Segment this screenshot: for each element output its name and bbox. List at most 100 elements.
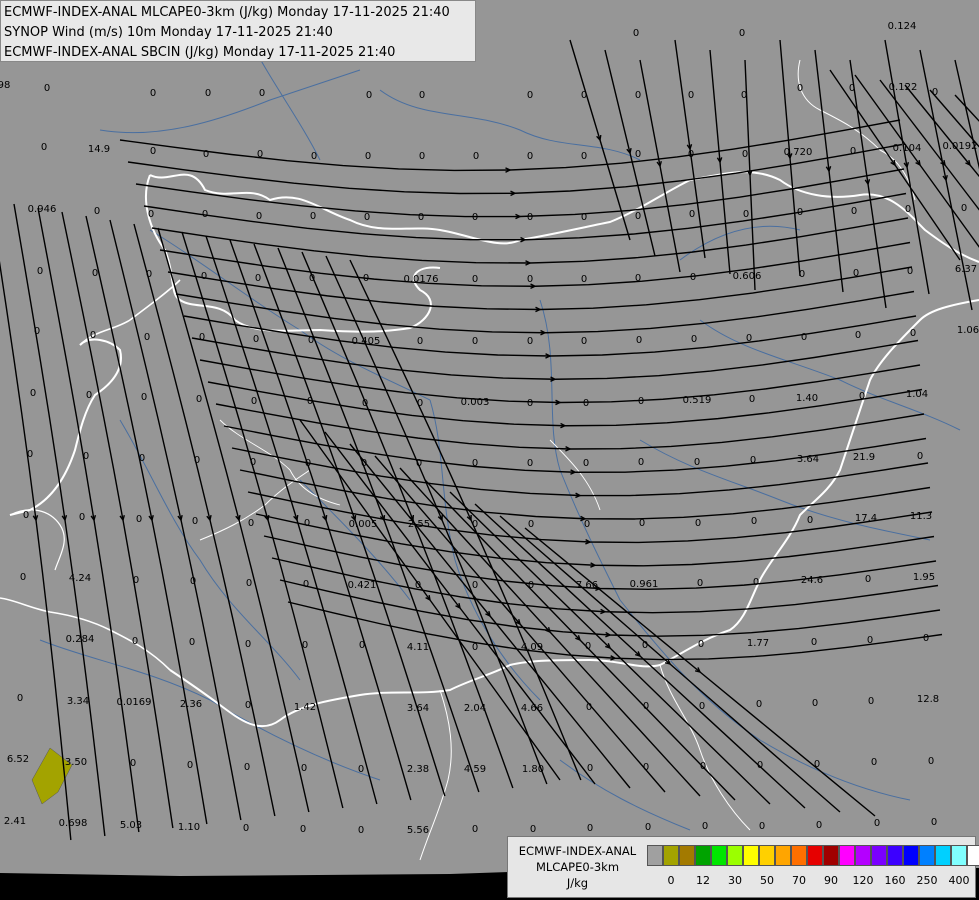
cin-value-label: 1.95 [913, 572, 935, 583]
cin-value-label: 4.24 [69, 573, 91, 584]
cin-value-label: 0 [251, 396, 257, 407]
cin-value-label: 0 [148, 209, 154, 220]
cin-value-label: 0 [807, 515, 813, 526]
cin-value-label: 0 [205, 88, 211, 99]
legend-tick-label: 90 [824, 874, 838, 887]
cin-value-label: 0 [527, 90, 533, 101]
cin-value-label: 0.405 [352, 336, 381, 347]
cin-value-label: 0 [301, 763, 307, 774]
cin-value-label: 0 [689, 209, 695, 220]
legend-swatch [663, 845, 679, 866]
cin-value-label: 1.10 [178, 822, 200, 833]
cin-value-label: 0 [746, 333, 752, 344]
cin-value-label: 0 [361, 458, 367, 469]
legend-swatches [647, 845, 979, 866]
cin-value-label: 0 [688, 90, 694, 101]
legend-source: ECMWF-INDEX-ANAL [518, 844, 637, 858]
cin-value-label: 17.4 [855, 513, 877, 524]
legend-swatch [743, 845, 759, 866]
cin-value-label: 0 [811, 637, 817, 648]
legend-tick-label: 160 [884, 874, 906, 887]
cin-value-label: 24.6 [801, 575, 823, 586]
cin-value-label: 3.34 [67, 696, 89, 707]
legend-title: ECMWF-INDEX-ANAL MLCAPE0-3km J/kg [510, 843, 645, 891]
cin-value-label: 0 [17, 693, 23, 704]
cin-value-label: 0 [190, 576, 196, 587]
cin-value-label: 0 [750, 455, 756, 466]
legend-swatch [647, 845, 663, 866]
cin-value-label: 0 [816, 820, 822, 831]
cin-value-label: 3.64 [407, 703, 429, 714]
cin-value-label: 0 [698, 639, 704, 650]
cin-value-label: 0 [199, 332, 205, 343]
cin-value-label: 0 [633, 28, 639, 39]
cin-value-label: 0 [37, 266, 43, 277]
cin-value-label: 0 [192, 516, 198, 527]
cin-value-label: 0 [308, 335, 314, 346]
cin-value-label: 0 [358, 764, 364, 775]
cin-value-label: 0 [586, 702, 592, 713]
cin-value-label: 0 [86, 390, 92, 401]
cin-value-label: 2.04 [464, 703, 486, 714]
cin-value-label: 0.003 [461, 397, 490, 408]
cin-value-label: 2.36 [180, 699, 202, 710]
legend-swatch [903, 845, 919, 866]
cin-value-label: 0 [635, 149, 641, 160]
cin-value-label: 0 [530, 824, 536, 835]
legend-swatch [695, 845, 711, 866]
cin-value-label: 0 [527, 336, 533, 347]
cin-value-label: 0 [253, 334, 259, 345]
cin-value-label: 0 [92, 268, 98, 279]
cin-value-label: 0 [635, 273, 641, 284]
cin-value-label: 0 [250, 457, 256, 468]
cin-value-label: 0 [907, 266, 913, 277]
cin-value-label: 0 [365, 151, 371, 162]
cin-value-label: 0 [874, 818, 880, 829]
cin-value-label: 0 [79, 512, 85, 523]
cin-value-label: 0 [150, 146, 156, 157]
cin-value-label: 0 [702, 821, 708, 832]
cin-value-label: 0 [362, 398, 368, 409]
cin-value-label: 0 [419, 151, 425, 162]
cin-value-label: 0 [871, 757, 877, 768]
cin-value-label: 0.519 [683, 395, 712, 406]
cin-value-label: 0 [697, 578, 703, 589]
cin-value-label: 0.005 [349, 519, 378, 530]
legend-swatch [887, 845, 903, 866]
legend-parameter: MLCAPE0-3km [535, 860, 620, 874]
cin-value-label: 0 [759, 821, 765, 832]
map-header: ECMWF-INDEX-ANAL MLCAPE0-3km (J/kg) Mond… [0, 0, 476, 62]
cin-value-label: 0 [416, 458, 422, 469]
cin-value-label: 5.03 [120, 820, 142, 831]
legend-swatch [855, 845, 871, 866]
cin-value-label: 0 [41, 142, 47, 153]
cin-value-label: 0 [931, 817, 937, 828]
cin-value-label: 0 [699, 701, 705, 712]
cin-value-label: 2.55 [408, 519, 430, 530]
cin-value-label: 0 [473, 151, 479, 162]
cin-value-label: 0 [132, 636, 138, 647]
cin-value-label: 0 [244, 762, 250, 773]
cin-value-label: 2.38 [407, 764, 429, 775]
cin-value-label: 0 [741, 90, 747, 101]
cin-value-label: 0 [366, 90, 372, 101]
cin-value-label: 0 [743, 209, 749, 220]
cin-value-label: 0 [642, 640, 648, 651]
cin-value-label: 0 [196, 394, 202, 405]
cin-value-label: 0 [310, 211, 316, 222]
legend-swatch [807, 845, 823, 866]
cin-value-label: 0 [757, 760, 763, 771]
cin-value-label: 0 [203, 149, 209, 160]
cin-value-label: 0 [94, 206, 100, 217]
cin-value-label: 0 [472, 212, 478, 223]
cin-value-label: 1.42 [294, 702, 316, 713]
cin-value-label: 0 [814, 759, 820, 770]
cin-value-label: 0 [581, 90, 587, 101]
cin-value-label: 4.66 [521, 703, 543, 714]
legend-swatch [711, 845, 727, 866]
cin-value-label: 0 [639, 518, 645, 529]
cin-value-label: 0 [799, 269, 805, 280]
cin-value-label: 0 [302, 640, 308, 651]
cin-value-label: 0 [257, 149, 263, 160]
cin-value-label: 1.06 [957, 325, 979, 336]
